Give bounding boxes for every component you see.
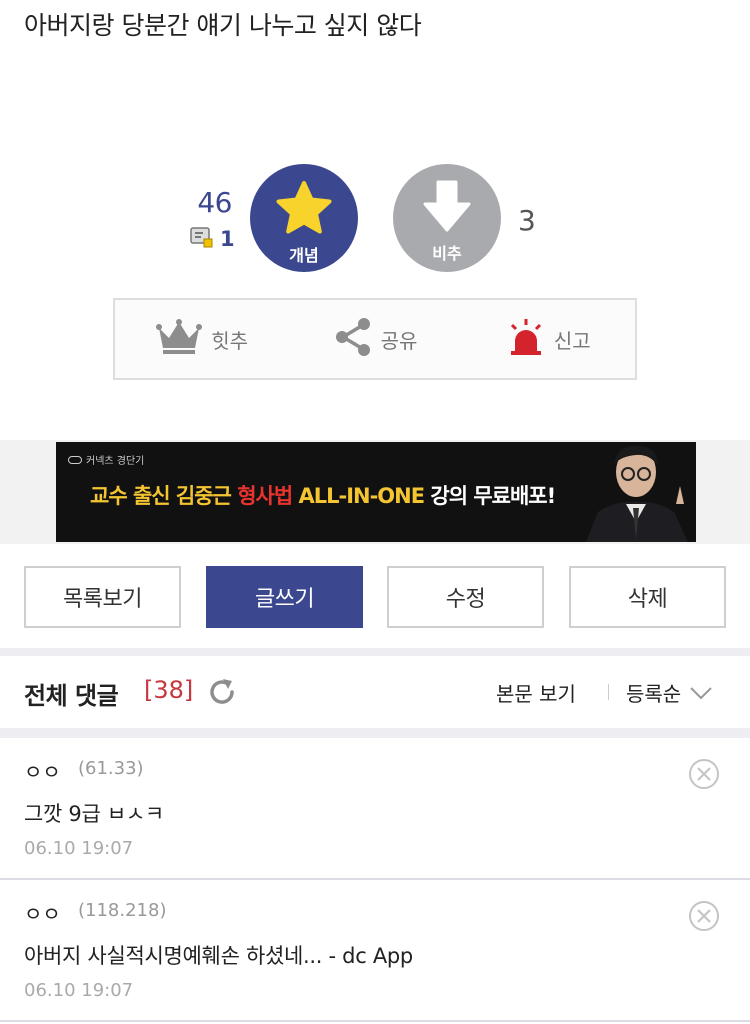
chevron-down-icon [689,681,713,705]
ad-brand: 커넥츠 경단기 [68,452,144,467]
edit-button[interactable]: 수정 [387,566,544,628]
recommend-button[interactable]: 개념 [250,164,358,272]
delete-comment-icon[interactable] [688,900,720,936]
post-action-box: 힛추 공유 신고 [113,298,637,380]
fixed-recommend: 1 [190,226,235,252]
header-divider [608,684,609,700]
delete-button[interactable]: 삭제 [569,566,726,628]
ad-headline-3: ALL-IN-ONE [298,484,425,508]
share-icon [333,317,373,361]
ad-headline-4: 강의 [430,484,468,508]
refresh-icon[interactable] [206,676,238,712]
fixed-recommend-icon [190,226,214,252]
hit-button[interactable]: 힛추 [115,300,288,378]
ad-brand-text: 커넥츠 경단기 [86,456,145,467]
write-button[interactable]: 글쓰기 [206,566,363,628]
hit-label: 힛추 [211,328,249,353]
downvote-label: 비추 [432,244,462,263]
post-body: 아버지랑 당분간 얘기 나누고 싶지 않다 46 1 개념 비추 3 힛추 공유… [0,0,750,440]
comment-text: 아버지 사실적시명예훼손 하셨네... - dc App [24,944,413,968]
comment-ip: (61.33) [78,758,144,779]
down-arrow-icon [422,180,472,238]
recommend-label: 개념 [289,246,319,265]
star-icon [275,180,333,240]
share-button[interactable]: 공유 [288,300,461,378]
ad-area: 커넥츠 경단기 교수 출신 김중근 형사법 ALL-IN-ONE 강의 무료배포… [0,440,750,544]
divider [0,1020,750,1022]
comment-text: 그깟 9급 ㅂㅅㅋ [24,802,164,826]
comments-count: [38] [144,676,194,704]
report-label: 신고 [553,328,591,353]
comment-date: 06.10 19:07 [24,838,134,859]
ad-logo-icon [68,455,82,464]
post-button-row: 목록보기 글쓰기 수정 삭제 [0,544,750,648]
report-button[interactable]: 신고 [462,300,635,378]
comment-date: 06.10 19:07 [24,980,134,1001]
comment-item: ㅇㅇ (118.218) 아버지 사실적시명예훼손 하셨네... - dc Ap… [0,880,750,1020]
sort-label: 등록순 [626,682,682,706]
downvote-button[interactable]: 비추 [393,164,501,272]
siren-icon [506,317,546,361]
comments-title: 전체 댓글 [24,682,119,710]
divider [0,648,750,656]
post-text: 아버지랑 당분간 얘기 나누고 싶지 않다 [24,11,422,40]
sort-dropdown[interactable]: 등록순 [626,678,713,707]
ad-person-image [576,442,696,542]
comment-item: ㅇㅇ (61.33) 그깟 9급 ㅂㅅㅋ 06.10 19:07 [0,738,750,878]
list-button[interactable]: 목록보기 [24,566,181,628]
view-body-link[interactable]: 본문 보기 [496,678,576,707]
delete-comment-icon[interactable] [688,758,720,794]
downvote-count: 3 [518,204,536,237]
share-label: 공유 [380,328,418,353]
comment-nickname[interactable]: ㅇㅇ [24,898,61,927]
ad-headline-1: 교수 출신 김중근 [90,484,232,508]
ad-headline: 교수 출신 김중근 형사법 ALL-IN-ONE 강의 무료배포! [90,480,556,510]
ad-headline-2: 형사법 [237,484,293,508]
fixed-recommend-count: 1 [220,227,235,251]
comments-header: 전체 댓글 [38] 본문 보기 등록순 [0,656,750,728]
comment-ip: (118.218) [78,900,167,921]
crown-icon [155,318,203,360]
ad-headline-5: 무료배포! [473,484,556,508]
divider [0,728,750,738]
recommend-count: 46 [197,186,232,219]
comment-nickname[interactable]: ㅇㅇ [24,756,61,785]
ad-banner[interactable]: 커넥츠 경단기 교수 출신 김중근 형사법 ALL-IN-ONE 강의 무료배포… [56,442,696,542]
